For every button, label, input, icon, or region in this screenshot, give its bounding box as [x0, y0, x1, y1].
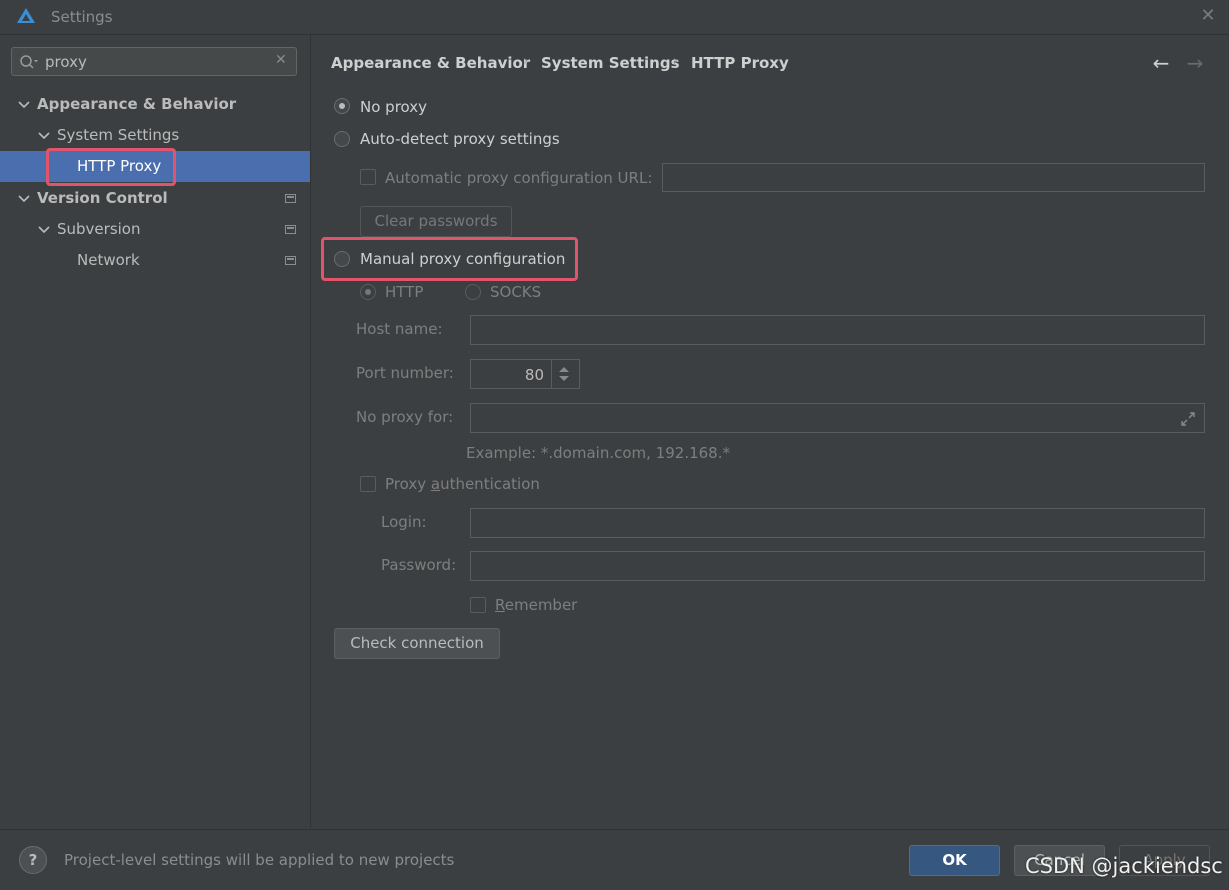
login-label: Login: [381, 513, 427, 531]
port-number-label: Port number: [356, 364, 454, 382]
chevron-down-icon [18, 195, 30, 203]
auto-detect-radio[interactable] [334, 131, 350, 147]
ok-button[interactable]: OK [909, 845, 1000, 876]
help-button[interactable]: ? [19, 846, 47, 874]
forward-arrow-icon[interactable]: → [1183, 51, 1207, 75]
chevron-down-icon [38, 132, 50, 140]
footer-note: Project-level settings will be applied t… [64, 851, 455, 869]
password-label: Password: [381, 556, 457, 574]
project-level-icon [285, 194, 296, 203]
highlight-box [46, 148, 176, 186]
remember-label: Remember [495, 596, 578, 614]
project-level-icon [285, 225, 296, 234]
proxy-authentication-label: Proxy authentication [385, 475, 540, 493]
tree-item-appearance-behavior[interactable]: Appearance & Behavior [0, 89, 310, 120]
expand-icon[interactable] [1180, 411, 1196, 427]
tree-item-label: Subversion [57, 220, 141, 238]
port-number-stepper[interactable]: 80 [470, 359, 580, 389]
auto-detect-label: Auto-detect proxy settings [360, 130, 560, 148]
chevron-down-icon [18, 101, 30, 109]
tree-item-system-settings[interactable]: System Settings [0, 120, 310, 151]
breadcrumb-item: Appearance & Behavior [331, 54, 531, 72]
tree-item-label: Appearance & Behavior [37, 95, 237, 113]
http-radio[interactable] [360, 284, 376, 300]
breadcrumb-separator-icon: › [673, 54, 679, 69]
host-name-label: Host name: [356, 320, 443, 338]
window-title: Settings [51, 8, 113, 26]
check-connection-button[interactable]: Check connection [334, 628, 500, 659]
chevron-down-icon [38, 226, 50, 234]
no-proxy-for-input[interactable] [470, 403, 1205, 433]
tree-item-version-control[interactable]: Version Control [0, 183, 310, 214]
proxy-authentication-checkbox[interactable] [360, 476, 376, 492]
breadcrumb-item: HTTP Proxy [691, 54, 789, 72]
no-proxy-radio[interactable] [334, 98, 350, 114]
breadcrumb-separator-icon: › [523, 54, 529, 69]
socks-label: SOCKS [490, 283, 542, 301]
clear-search-icon[interactable]: ✕ [275, 52, 287, 68]
search-box[interactable]: ✕ [11, 47, 297, 76]
tree-item-network[interactable]: Network [0, 245, 310, 276]
stepper-arrows-icon[interactable] [557, 365, 571, 383]
search-input[interactable] [45, 51, 265, 72]
host-name-input[interactable] [470, 315, 1205, 345]
tree-item-label: Version Control [37, 189, 168, 207]
watermark: CSDN @jackiendsc [1025, 854, 1223, 878]
http-label: HTTP [385, 283, 424, 301]
auto-url-checkbox[interactable] [360, 169, 376, 185]
no-proxy-example: Example: *.domain.com, 192.168.* [466, 444, 730, 462]
no-proxy-label: No proxy [360, 98, 427, 116]
back-arrow-icon[interactable]: ← [1149, 51, 1173, 75]
project-level-icon [285, 256, 296, 265]
tree-item-label: System Settings [57, 126, 180, 144]
socks-radio[interactable] [465, 284, 481, 300]
remember-checkbox[interactable] [470, 597, 486, 613]
close-icon[interactable]: ✕ [1198, 6, 1218, 26]
auto-url-input[interactable] [662, 163, 1205, 192]
app-logo-icon [17, 8, 35, 23]
password-input[interactable] [470, 551, 1205, 581]
highlight-box [321, 237, 578, 281]
breadcrumb-item: System Settings [541, 54, 680, 72]
tree-item-subversion[interactable]: Subversion [0, 214, 310, 245]
clear-passwords-button[interactable]: Clear passwords [360, 206, 512, 237]
title-bar [0, 0, 1229, 35]
no-proxy-for-label: No proxy for: [356, 408, 454, 426]
search-icon [20, 55, 38, 69]
login-input[interactable] [470, 508, 1205, 538]
port-number-value: 80 [524, 366, 544, 384]
tree-item-label: Network [77, 251, 140, 269]
auto-url-label: Automatic proxy configuration URL: [385, 169, 653, 187]
